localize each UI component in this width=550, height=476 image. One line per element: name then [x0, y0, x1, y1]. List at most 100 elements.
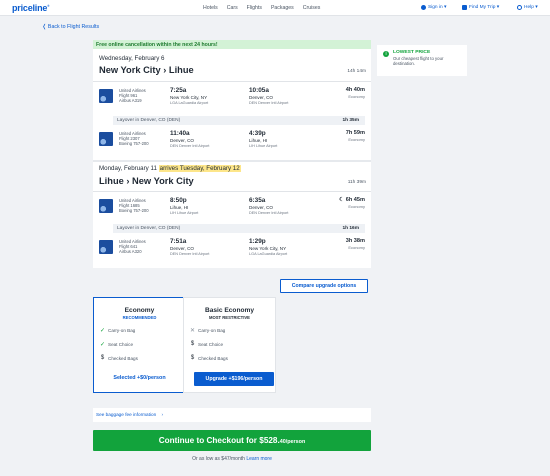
outbound-route: New York City › Lihue [99, 65, 194, 75]
find-my-trip-menu[interactable]: Find My Trip ▾ [462, 5, 499, 10]
nav-hotels[interactable]: Hotels [203, 5, 218, 11]
divider [93, 160, 371, 162]
info-icon: i [383, 51, 389, 57]
flight-segment: United Airlines Flight 641 Airbus A320 7… [93, 237, 371, 259]
check-icon: ✓ [99, 342, 106, 348]
departure-time: 7:25a [170, 87, 187, 94]
return-total-duration: 11h 39m [347, 180, 366, 185]
compare-upgrade-options-button[interactable]: Compare upgrade options [280, 279, 368, 293]
feature-carry-on: ✓ Carry-on Bag [99, 328, 136, 334]
departure-city: Denver, CO [170, 246, 194, 251]
departure-airport: DEN Denver Intl Airport [170, 251, 210, 256]
learn-more-link[interactable]: Learn more [246, 456, 272, 462]
upgrade-button[interactable]: Upgrade +$196/person [194, 372, 274, 386]
fare-option-basic-economy[interactable]: Basic Economy MOST RESTRICTIVE ✕ Carry-o… [183, 297, 276, 393]
departure-time: 11:40a [170, 130, 190, 137]
layover-text: Layover in Denver, CO (DEN) [117, 226, 181, 231]
aircraft-type: Airbus A320 [119, 249, 142, 255]
divider [93, 81, 371, 82]
arrival-airport: LIH Lihue Airport [249, 143, 278, 148]
nav-cruises[interactable]: Cruises [303, 5, 321, 11]
segment-duration: 3h 38m [345, 238, 365, 244]
feature-seat-choice: $ Seat Choice [190, 341, 224, 347]
cross-icon: ✕ [189, 328, 196, 334]
arrival-city: Lihue, HI [249, 138, 268, 143]
flight-segment: United Airlines Flight 2307 Boeing 757-2… [93, 129, 371, 151]
departure-time: 7:51a [170, 238, 187, 245]
feature-seat-choice: ✓ Seat Choice [99, 342, 134, 348]
main-nav: Hotels Cars Flights Packages Cruises [203, 5, 329, 11]
layover-duration: 1h 16m [342, 226, 359, 231]
dollar-icon: $ [190, 355, 195, 361]
arrival-city: New York City, NY [249, 246, 287, 251]
dollar-icon: $ [190, 341, 195, 347]
arrival-airport: LGA LaGuardia Airport [249, 251, 288, 256]
nav-packages[interactable]: Packages [271, 5, 294, 11]
aircraft-type: Airbus A319 [119, 98, 142, 104]
departure-city: Lihue, HI [170, 205, 189, 210]
segment-duration: 4h 40m [345, 87, 365, 93]
arrival-time: 4:39p [249, 130, 266, 137]
segment-duration: 7h 59m [345, 130, 365, 136]
cabin-class: Economy [348, 204, 365, 209]
arrival-city: Denver, CO [249, 95, 273, 100]
layover-text: Layover in Denver, CO (DEN) [117, 118, 181, 123]
arrival-time: 10:05a [249, 87, 269, 94]
aircraft-type: Boeing 757-200 [119, 141, 149, 147]
layover-banner: Layover in Denver, CO (DEN) 1h 35m [113, 116, 365, 125]
check-icon: ✓ [99, 328, 106, 334]
feature-checked-bags: $ Checked Bags [100, 355, 138, 361]
segment-duration: ☾ 6h 45m [339, 197, 365, 203]
arrives-next-day-note: arrives Tuesday, February 12 [158, 165, 241, 172]
nav-flights[interactable]: Flights [247, 5, 262, 11]
fare-option-economy[interactable]: Economy RECOMMENDED ✓ Carry-on Bag ✓ Sea… [93, 297, 186, 393]
layover-duration: 1h 35m [342, 118, 359, 123]
back-to-results-link[interactable]: ❬ Back to Flight Results [42, 24, 99, 30]
fare-title: Basic Economy [204, 307, 255, 314]
arrival-airport: DEN Denver Intl Airport [249, 100, 289, 105]
help-menu[interactable]: Help ▾ [517, 5, 538, 10]
lowest-price-card: i LOWEST PRICE Our cheapest flight to yo… [377, 45, 467, 76]
departure-time: 8:50p [170, 197, 187, 204]
continue-to-checkout-button[interactable]: Continue to Checkout for $528.40/person [93, 430, 371, 451]
united-airlines-logo [99, 199, 113, 213]
selected-fare-label: Selected +$0/person [113, 375, 166, 381]
sign-in-menu[interactable]: Sign in ▾ [421, 5, 446, 10]
lowest-price-title: LOWEST PRICE [393, 50, 431, 55]
flight-segment: United Airlines Flight 1685 Boeing 757-2… [93, 196, 371, 218]
arrival-airport: DEN Denver Intl Airport [249, 210, 289, 215]
fare-subtitle: RECOMMENDED [122, 315, 157, 320]
united-airlines-logo [99, 240, 113, 254]
baggage-fee-link[interactable]: See baggage fee information › [93, 408, 371, 422]
affirm-financing-note: Or as low as $47/month Learn more [192, 456, 272, 462]
feature-carry-on: ✕ Carry-on Bag [189, 328, 226, 334]
user-icon [421, 5, 426, 10]
top-navigation-bar: priceline® Hotels Cars Flights Packages … [0, 0, 550, 16]
cabin-class: Economy [348, 245, 365, 250]
chevron-right-icon: › [161, 412, 164, 417]
priceline-logo[interactable]: priceline® [12, 3, 49, 13]
layover-banner: Layover in Denver, CO (DEN) 1h 16m [113, 224, 365, 233]
united-airlines-logo [99, 89, 113, 103]
fare-title: Economy [124, 307, 155, 314]
nav-cars[interactable]: Cars [227, 5, 238, 11]
cabin-class: Economy [348, 137, 365, 142]
aircraft-type: Boeing 757-200 [119, 208, 149, 214]
divider [93, 191, 371, 192]
cabin-class: Economy [348, 94, 365, 99]
arrival-time: 6:35a [249, 197, 266, 204]
help-icon [517, 5, 522, 10]
feature-checked-bags: $ Checked Bags [190, 355, 228, 361]
dollar-icon: $ [100, 355, 105, 361]
united-airlines-logo [99, 132, 113, 146]
outbound-total-duration: 14h 14m [347, 69, 366, 74]
outbound-date: Wednesday, February 6 [99, 55, 165, 62]
lowest-price-description: Our cheapest flight to your destination. [393, 56, 444, 67]
departure-airport: DEN Denver Intl Airport [170, 143, 210, 148]
free-cancellation-banner: Free online cancellation within the next… [93, 40, 371, 49]
return-route: Lihue › New York City [99, 176, 194, 186]
suitcase-icon [462, 5, 467, 10]
fare-subtitle: MOST RESTRICTIVE [209, 315, 250, 320]
departure-airport: LIH Lihue Airport [170, 210, 199, 215]
departure-city: New York City, NY [170, 95, 208, 100]
